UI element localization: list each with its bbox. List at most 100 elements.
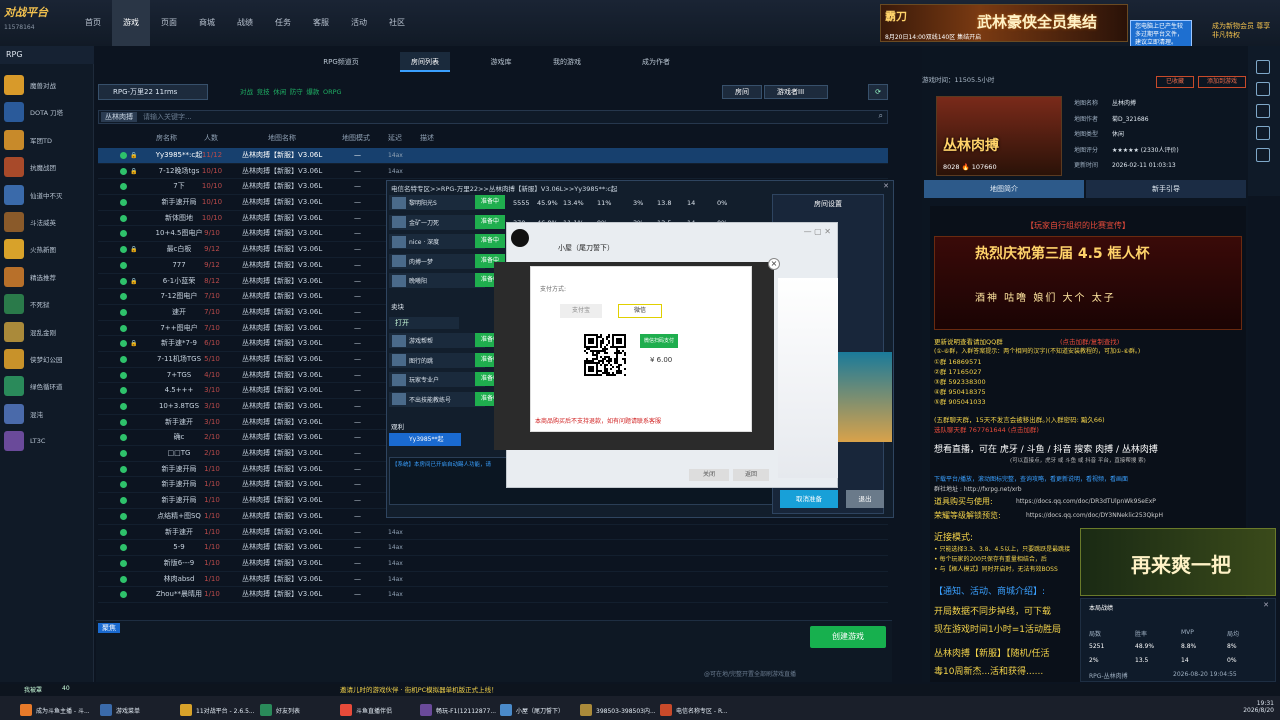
open-select[interactable]: 打开 <box>389 317 459 329</box>
filter-option[interactable]: 对战 <box>240 86 253 98</box>
nav-item[interactable]: 游戏 <box>112 0 150 46</box>
qq-group[interactable]: ②群 17165027 <box>934 366 981 376</box>
sidebar-item[interactable]: 抗魔战团 <box>4 154 92 180</box>
table-row[interactable]: 新版6---9 1/10 丛林肉搏【新服】V3.06L —14ax <box>98 556 888 572</box>
tab[interactable]: RPG频道页 <box>316 52 366 72</box>
game-ad-image[interactable] <box>838 352 892 442</box>
qq-group[interactable]: ④群 950418375 <box>934 386 986 396</box>
table-row[interactable]: 5-9 1/10 丛林肉搏【新服】V3.06L —14ax <box>98 540 888 556</box>
sidebar-item[interactable]: 仙道中不灭 <box>4 182 92 208</box>
room-player[interactable]: 黎明阳光S <box>389 195 485 210</box>
shop-close-button[interactable]: 关闭 <box>689 469 729 481</box>
sidebar-item[interactable]: 火热新图 <box>4 236 92 262</box>
table-row[interactable]: 🔒 7-12晚场tgs 10/10 丛林肉搏【新服】V3.06L —14ax <box>98 164 888 180</box>
vip-promo[interactable]: 成为新物会员 尊享非凡特权 <box>1212 22 1276 40</box>
room-player[interactable]: 肉搏一梦 <box>389 253 485 269</box>
sidebar-item[interactable]: DOTA 刀塔 <box>4 99 92 125</box>
tab[interactable]: 游戏库 <box>476 52 526 72</box>
taskbar-item[interactable]: 畅玩-F1(12112877... <box>420 701 496 719</box>
payment-close-icon[interactable]: × <box>768 258 780 270</box>
table-row[interactable]: Zhou**晨晴用 1/10 丛林肉搏【新服】V3.06L —14ax <box>98 587 888 603</box>
sidebar-item[interactable]: LT3C <box>4 428 92 454</box>
add-game-button[interactable]: 添加到游戏 <box>1198 76 1246 88</box>
sidebar-item[interactable]: 精选推荐 <box>4 264 92 290</box>
recent-close-icon[interactable]: ✕ <box>1263 601 1269 609</box>
gamer-button[interactable]: 游戏者III <box>764 85 828 99</box>
nav-item[interactable]: 页面 <box>150 0 188 46</box>
nav-item[interactable]: 首页 <box>74 0 112 46</box>
room-player[interactable]: 晚曦阳 <box>389 273 485 288</box>
nav-item[interactable]: 战绩 <box>226 0 264 46</box>
taskbar-item[interactable]: 成为斗鱼主播 - 斗... <box>20 701 90 719</box>
wechat-option[interactable]: 微信 <box>618 304 662 318</box>
filter-option[interactable]: 休闲 <box>273 86 286 98</box>
refresh-icon[interactable]: ⟳ <box>868 84 888 100</box>
sidebar-item[interactable]: 混乱金刚 <box>4 319 92 345</box>
qq-group[interactable]: ①群 16869571 <box>934 356 981 366</box>
ad-banner[interactable]: 霸刀 武林豪侠全员集结 8月20日14:00双线140区 集结开启 <box>880 4 1128 42</box>
shop-back-button[interactable]: 返回 <box>733 469 769 481</box>
close-icon[interactable]: ✕ <box>883 182 889 190</box>
shop-url[interactable]: https://docs.qq.com/doc/DR3dTUlpnWk9SeEx… <box>1016 498 1156 505</box>
room-player[interactable]: 图行的跳 <box>389 352 485 368</box>
room-player[interactable]: 玩家专业户 <box>389 372 485 387</box>
nav-item[interactable]: 商城 <box>188 0 226 46</box>
room-player[interactable]: 金矿一刀死 <box>389 214 485 230</box>
search-icon[interactable]: ⌕ <box>879 111 883 121</box>
nav-item[interactable]: 活动 <box>340 0 378 46</box>
alipay-option[interactable]: 支付宝 <box>560 304 602 318</box>
create-game-button[interactable]: 创建游戏 <box>810 626 886 648</box>
filter-option[interactable]: 爆款 <box>306 86 319 98</box>
nav-item[interactable]: 任务 <box>264 0 302 46</box>
game-select[interactable]: RPG-万里22 11rms <box>98 84 208 100</box>
cancel-ready-button[interactable]: 取消准备 <box>780 490 838 508</box>
news-ticker[interactable]: 邀请儿时的游戏伙伴 · 街机PC模拟器单机版正式上线！ <box>340 684 740 696</box>
nav-item[interactable]: 客服 <box>302 0 340 46</box>
tab[interactable]: 我的游戏 <box>542 52 592 72</box>
nav-item[interactable]: 社区 <box>378 0 416 46</box>
platform-logo[interactable]: 对战平台 11578164 <box>4 4 68 42</box>
sidebar-item[interactable]: 侠梦幻公园 <box>4 346 92 372</box>
sidebar-item[interactable]: 绿色循环道 <box>4 373 92 399</box>
table-row[interactable]: 🔒 Yy3985**:c起 11/12 丛林肉搏【新服】V3.06L —14ax <box>98 148 888 164</box>
event-banner[interactable]: 热烈庆祝第三届 4.5 框人杯 酒神 咕噜 娘们 大个 太子 <box>934 236 1242 330</box>
tab[interactable]: 成为作者 <box>624 52 688 72</box>
sidebar-item[interactable]: 不死狱 <box>4 291 92 317</box>
search-tag[interactable]: 丛林肉搏 <box>101 112 137 122</box>
detail-tab[interactable]: 地图简介 <box>924 180 1084 198</box>
qq-group[interactable]: ③群 592338300 <box>934 376 986 386</box>
taskbar-item[interactable]: 游戏菜单 <box>100 701 140 719</box>
taskbar-item[interactable]: 好友列表 <box>260 701 300 719</box>
taskbar-item[interactable]: 11对战平台 - 2.6.5... <box>180 701 255 719</box>
cart-icon[interactable] <box>1256 82 1270 96</box>
user-status[interactable]: 我被罩 <box>24 685 42 694</box>
detail-tab[interactable]: 新手引导 <box>1086 180 1246 198</box>
qq-group[interactable]: ⑤群 905041033 <box>934 396 986 406</box>
table-row[interactable]: 林肉absd 1/10 丛林肉搏【新服】V3.06L —14ax <box>98 572 888 588</box>
sidebar-item[interactable]: 军团TD <box>4 127 92 153</box>
taskbar-item[interactable]: 斗鱼直播伴侣 <box>340 701 392 719</box>
yy-group[interactable]: 选队聊天群 767761644 (点击加群) <box>934 424 1039 434</box>
favorited-button[interactable]: 已收藏 <box>1156 76 1194 88</box>
chat-icon[interactable] <box>1256 104 1270 118</box>
sidebar-item[interactable]: 魔兽对战 <box>4 72 92 98</box>
qq-link[interactable]: (点击加群/复制查找) <box>1060 336 1119 346</box>
taskbar-item[interactable]: 小屋（尾刀誓下） <box>500 701 564 719</box>
sidebar-item[interactable]: 斗法威英 <box>4 209 92 235</box>
exit-button[interactable]: 退出 <box>846 490 884 508</box>
filter-option[interactable]: 防守 <box>290 86 303 98</box>
room-player[interactable]: nice · 深度 <box>389 234 485 249</box>
filter-option[interactable]: 竞技 <box>257 86 270 98</box>
room-player[interactable]: 游戏帮帮 <box>389 333 485 348</box>
room-button[interactable]: 房间 <box>722 85 762 99</box>
taskbar-item[interactable]: 电信名称专区 - R... <box>660 701 728 719</box>
table-row[interactable]: 新手速开 1/10 丛林肉搏【新服】V3.06L —14ax <box>98 525 888 541</box>
download-line[interactable]: 下载平台/播放，滚动图标完整，查询攻略，看更新说明，看视频，看画面 <box>934 474 1128 483</box>
address-line[interactable]: 群社地址 : http://fxrpg.net/xrb <box>934 484 1022 493</box>
replay-banner[interactable]: 再来爽一把 <box>1080 528 1276 596</box>
focus-label[interactable]: 聚焦 <box>98 623 120 633</box>
search-bar[interactable]: 丛林肉搏 请输入关键字... ⌕ <box>98 110 888 124</box>
taskbar-item[interactable]: 398503-398503内... <box>580 701 656 719</box>
rank-url[interactable]: https://docs.qq.com/doc/DY3NNeklic253Qkp… <box>1026 512 1163 519</box>
observer-player[interactable]: Yy3985**起 <box>389 433 461 446</box>
